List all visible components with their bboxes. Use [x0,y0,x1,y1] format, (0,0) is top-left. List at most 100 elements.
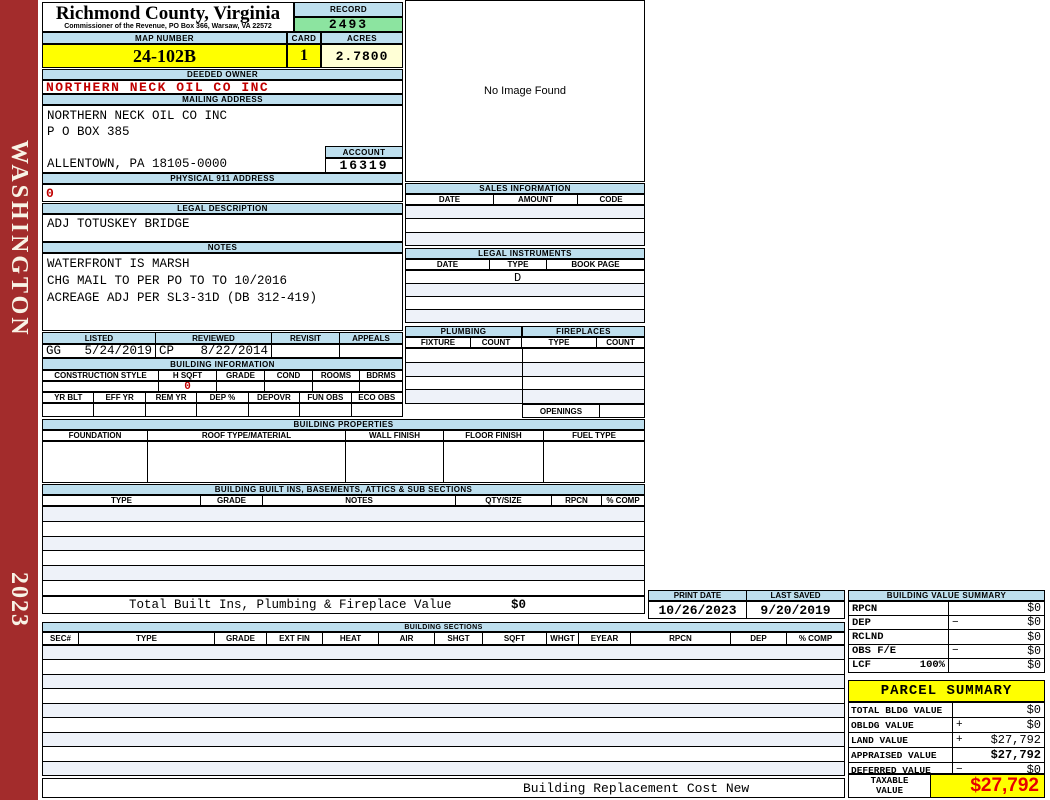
fixture-header: FIXTURE [406,338,471,347]
ps-value: $0 [1026,703,1041,717]
year-district-sidebar: WASHINGTON 2023 [0,0,38,800]
ps-label: TOTAL BLDG VALUE [851,704,943,716]
building-section-row [43,718,844,733]
building-properties-values-row [42,441,645,483]
district-label: WASHINGTON [6,140,32,338]
sales-row [406,232,644,245]
ps-value: $27,792 [990,748,1041,762]
record-value: 2493 [294,17,403,32]
tax-year-label: 2023 [6,572,32,628]
fireplace-row [523,390,644,403]
building-section-row [43,761,844,775]
bi-rpcn-header: RPCN [552,496,602,505]
reviewed-header: REVIEWED [156,333,272,343]
bvs-row: OBS F/E − $0 [849,644,1044,659]
building-section-row [43,689,844,704]
parcel-summary-row: OBLDG VALUE + $0 [849,718,1044,733]
ps-value: $0 [1026,718,1041,732]
ecoobs-value [352,404,402,416]
ps-row-label-cell: OBLDG VALUE [849,718,953,732]
effyr-header: EFF YR [94,393,146,402]
review-header-row: LISTED REVIEWED REVISIT APPEALS [42,332,403,344]
li-type-value: D [514,271,522,285]
floor-finish-value [444,442,544,482]
rooms-value [313,382,360,391]
bs-eyear-header: EYEAR [579,633,631,644]
built-ins-header: BUILDING BUILT INS, BASEMENTS, ATTICS & … [42,484,645,495]
last-saved-value: 9/20/2019 [760,602,831,618]
ps-value: $27,792 [990,733,1041,747]
note-line: ACREAGE ADJ PER SL3-31D (DB 312-419) [47,291,318,305]
building-sections-columns-row: SEC# TYPE GRADE EXT FIN HEAT AIR SHGT SQ… [42,632,845,645]
ps-op: + [956,734,963,746]
sales-columns-row: DATE AMOUNT CODE [405,194,645,205]
legal-description-value: ADJ TOTUSKEY BRIDGE [42,214,403,242]
fireplaces-header: FIREPLACES [522,326,645,337]
listed-date: 5/24/2019 [84,345,152,357]
county-title: Richmond County, Virginia [55,3,281,24]
foundation-header: FOUNDATION [43,431,148,440]
li-date-header: DATE [406,260,490,269]
deppct-header: DEP % [197,393,249,402]
taxable-value-amount: $27,792 [931,775,1044,797]
revisit-header: REVISIT [272,333,340,343]
bvs-row-label-cell: OBS F/E [849,644,949,658]
parcel-summary-header: PARCEL SUMMARY [848,680,1045,702]
bs-grade-header: GRADE [215,633,267,644]
plumbing-header: PLUMBING [405,326,522,337]
ps-row-label-cell: TOTAL BLDG VALUE [849,703,953,717]
bvs-op: − [952,645,959,658]
bvs-row: RPCN $0 [849,602,1044,617]
legal-instruments-header: LEGAL INSTRUMENTS [405,248,645,259]
bvs-value: $0 [1027,616,1041,630]
li-bookpage-header: BOOK PAGE [571,260,620,269]
bvs-value: $0 [1027,658,1041,672]
built-ins-row [43,551,644,567]
grade-header: GRADE [217,371,265,380]
bvs-label: DEP [852,616,871,629]
legal-description-header: LEGAL DESCRIPTION [42,203,403,214]
openings-row: OPENINGS [522,404,645,418]
county-title-box: Richmond County, Virginia Commissioner o… [42,2,294,32]
building-sections-rows [42,645,845,776]
yrblt-header: YR BLT [43,393,95,402]
li-type-header: TYPE [490,260,547,269]
built-ins-total-row: Total Built Ins, Plumbing & Fireplace Va… [42,596,645,614]
reviewed-date: 8/22/2014 [200,345,268,357]
reviewed-value: CP 8/22/2014 [156,345,272,357]
building-section-row [43,703,844,719]
bi-qty-header: QTY/SIZE [456,496,552,505]
plumbing-count-header: COUNT [471,338,522,347]
ps-label: APPRAISED VALUE [851,749,937,761]
sales-information-header: SALES INFORMATION [405,183,645,194]
taxable-value-row: TAXABLE VALUE $27,792 [848,774,1045,798]
building-properties-header: BUILDING PROPERTIES [42,419,645,430]
sales-date-header: DATE [406,195,494,204]
bvs-row-label-cell: DEP [849,616,949,630]
bs-sec-header: SEC# [43,633,79,644]
depovr-value [249,404,301,416]
bi-type-header: TYPE [43,496,201,505]
listed-header: LISTED [43,333,156,343]
sales-row [406,219,644,233]
account-header: ACCOUNT [325,146,403,158]
building-section-row [43,660,844,675]
bdrms-header: BDRMS [366,371,396,380]
building-info-columns-row1: CONSTRUCTION STYLE H SQFT GRADE COND ROO… [42,370,403,381]
sales-code-header: CODE [599,195,623,204]
property-record-card: WASHINGTON 2023 Richmond County, Virgini… [0,0,1050,800]
cond-header: COND [265,371,313,380]
foundation-value [43,442,148,482]
remyr-value [146,404,198,416]
yrblt-value [43,404,95,416]
bvs-row: DEP − $0 [849,616,1044,631]
building-sections-header: BUILDING SECTIONS [42,622,845,632]
physical-911-header: PHYSICAL 911 ADDRESS [42,173,403,184]
built-ins-row [43,581,644,595]
parcel-summary-row: TOTAL BLDG VALUE $0 [849,703,1044,718]
card-header: CARD [287,32,321,44]
bs-comp-header: % COMP [798,634,833,643]
bi-comp-header: % COMP [606,496,640,505]
print-info-headers: PRINT DATE LAST SAVED [648,590,845,601]
ps-row-label-cell: LAND VALUE [849,733,953,747]
